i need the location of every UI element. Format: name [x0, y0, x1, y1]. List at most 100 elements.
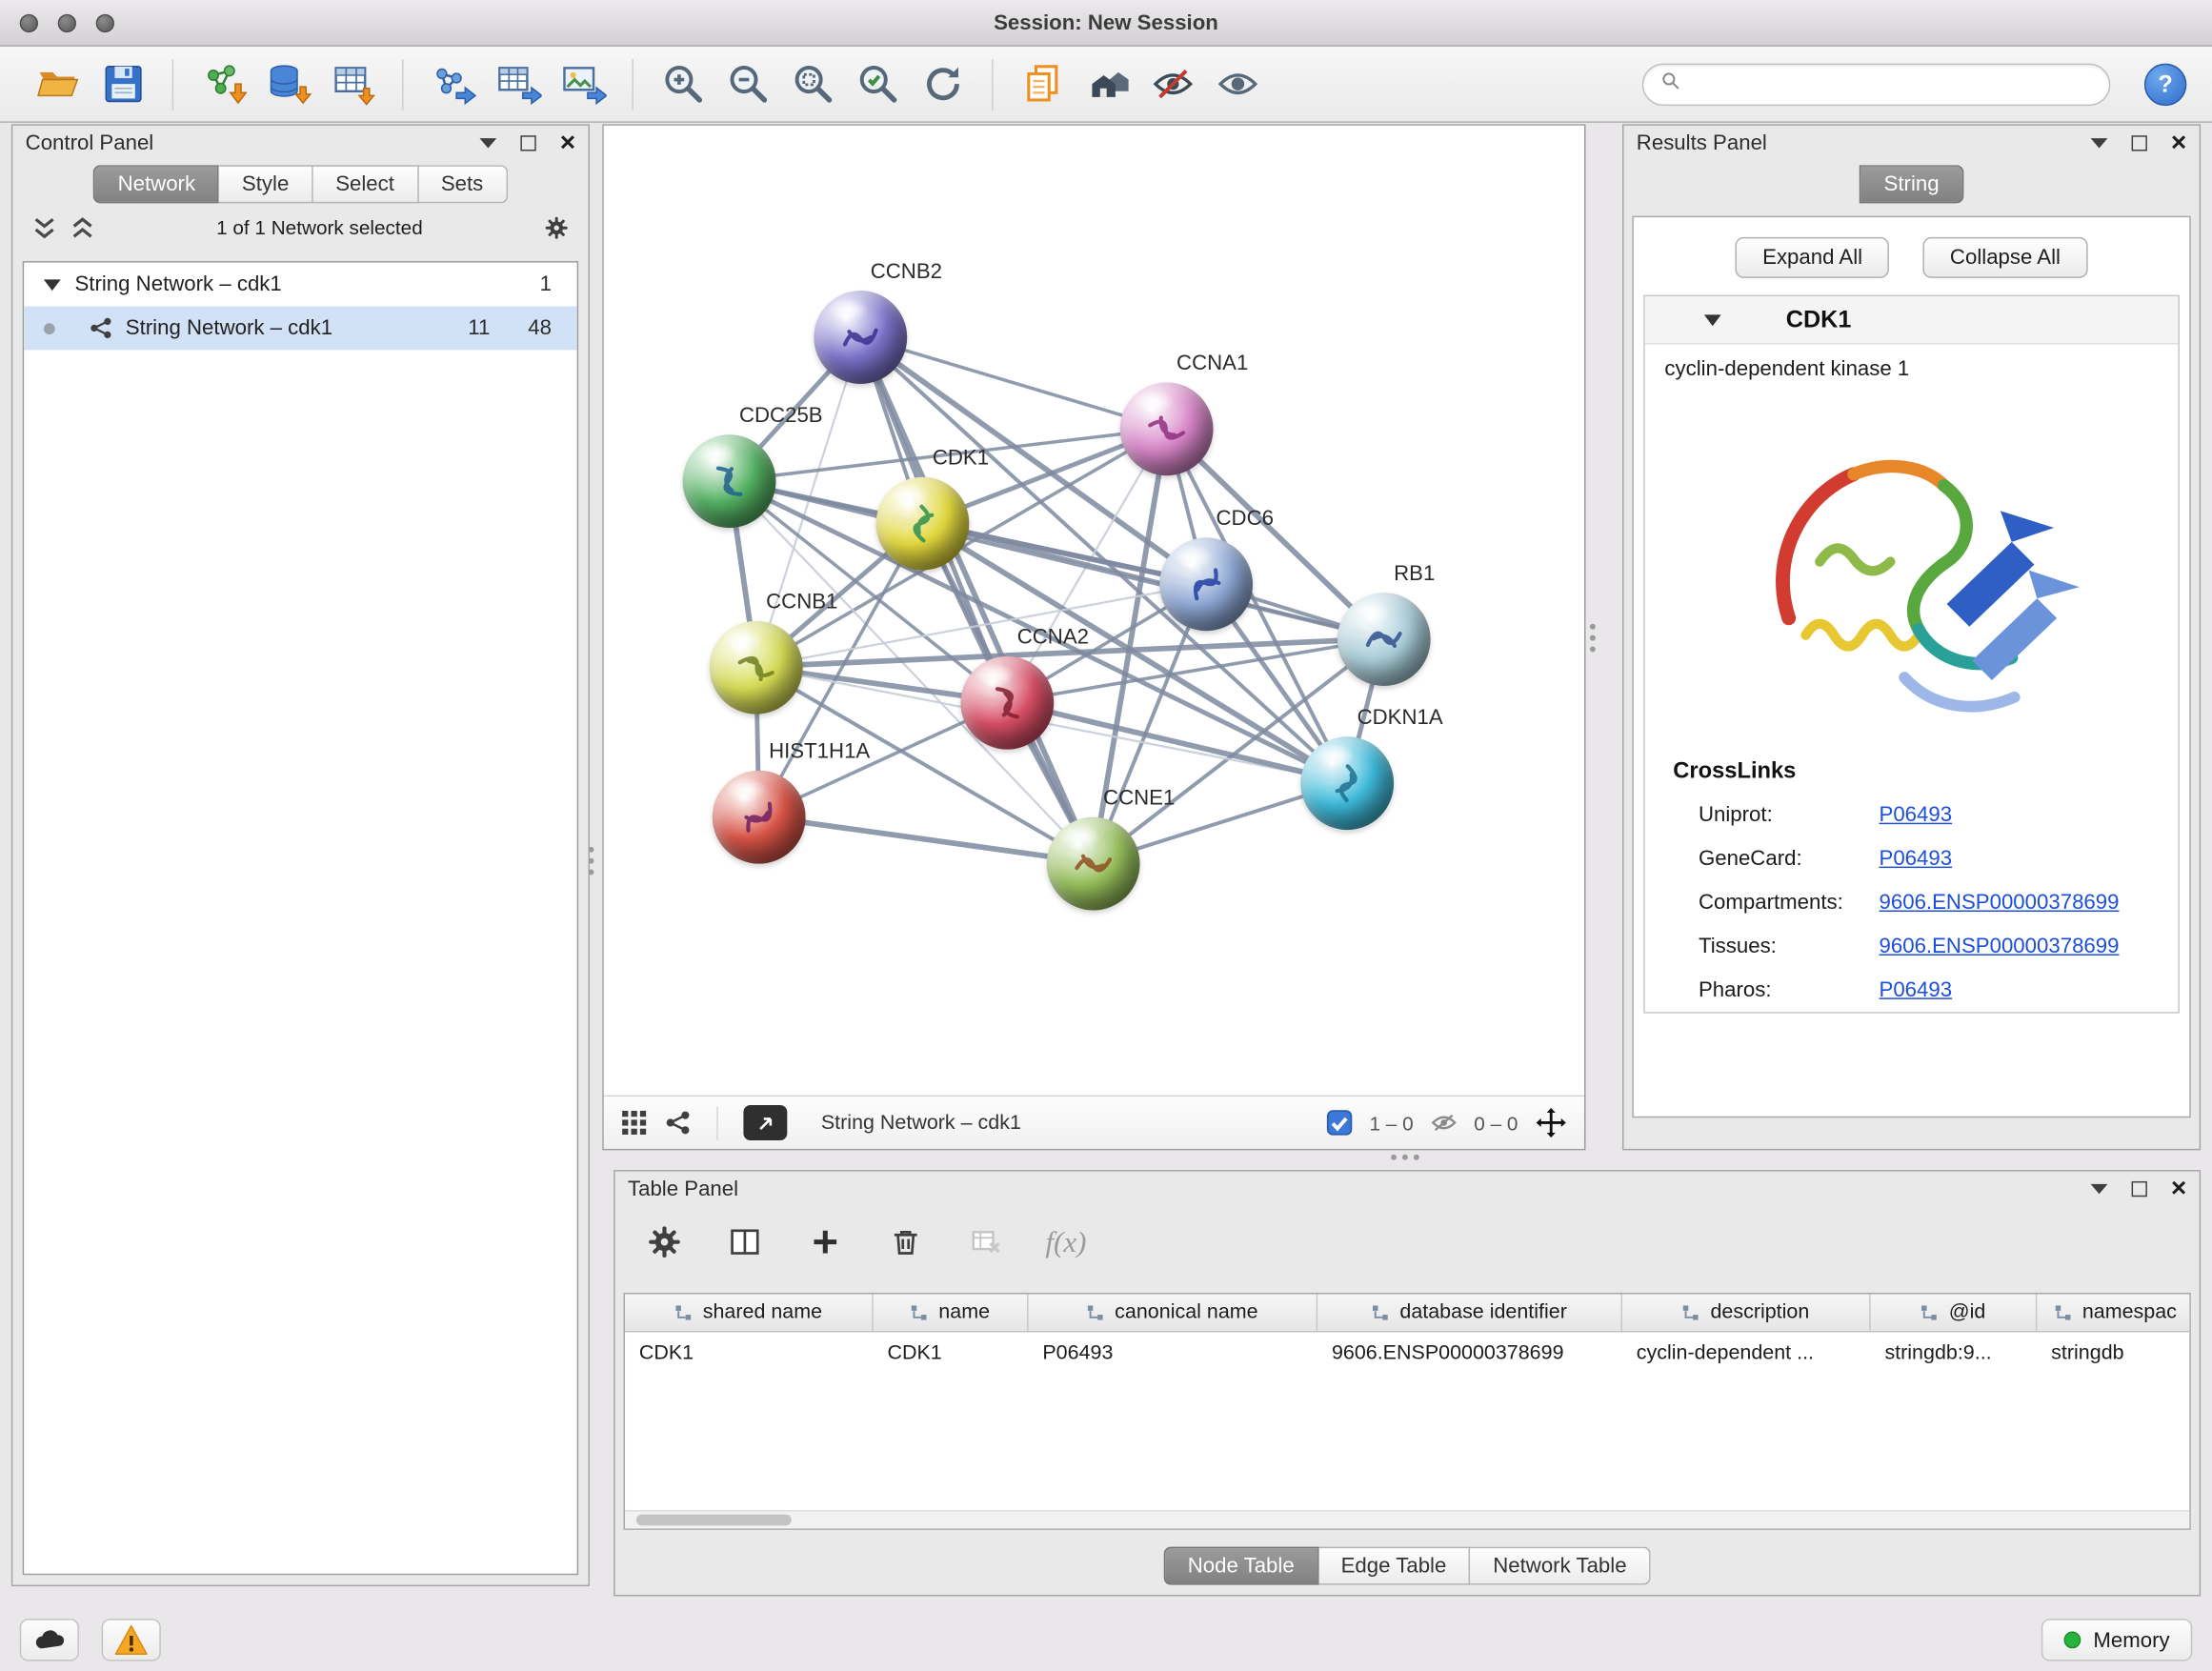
- tab-network-table[interactable]: Network Table: [1471, 1547, 1651, 1585]
- column-header--id[interactable]: @id: [1871, 1294, 2038, 1331]
- crosslink-link[interactable]: P06493: [1880, 847, 1953, 871]
- column-header-canonical-name[interactable]: canonical name: [1029, 1294, 1318, 1331]
- cloud-button[interactable]: [20, 1619, 79, 1661]
- delete-column-icon[interactable]: [885, 1220, 927, 1262]
- network-node-CCNB2[interactable]: CCNB2: [814, 291, 907, 384]
- show-columns-icon[interactable]: [724, 1220, 766, 1262]
- disclosure-triangle-icon[interactable]: [44, 279, 61, 291]
- zoom-in-button[interactable]: [651, 54, 715, 113]
- network-node-CDKN1A[interactable]: CDKN1A: [1300, 736, 1394, 830]
- export-image-button[interactable]: [551, 54, 615, 113]
- pan-tool-icon[interactable]: [1535, 1106, 1567, 1138]
- horizontal-splitter[interactable]: [1391, 1155, 1419, 1160]
- panel-menu-icon[interactable]: [479, 138, 496, 148]
- search-input[interactable]: [1692, 72, 2093, 95]
- network-collection-row[interactable]: String Network – cdk1 1: [24, 263, 576, 307]
- grid-view-icon[interactable]: [621, 1109, 648, 1136]
- network-node-CCNB1[interactable]: CCNB1: [710, 621, 803, 715]
- table-body-row[interactable]: CDK1CDK1P064939606.ENSP00000378699cyclin…: [625, 1332, 2189, 1373]
- add-column-icon[interactable]: [804, 1220, 846, 1262]
- save-session-button[interactable]: [90, 54, 155, 113]
- panel-close-icon[interactable]: ×: [560, 135, 575, 151]
- close-window-button[interactable]: [20, 14, 38, 32]
- network-edge-CCNB2-CCNA1[interactable]: [860, 337, 1166, 429]
- panel-close-icon[interactable]: ×: [2171, 135, 2186, 151]
- export-table-button[interactable]: [485, 54, 550, 113]
- memory-button[interactable]: Memory: [2041, 1619, 2193, 1661]
- minimize-window-button[interactable]: [58, 14, 76, 32]
- table-cell[interactable]: 9606.ENSP00000378699: [1317, 1341, 1622, 1364]
- copy-network-button[interactable]: [1010, 54, 1075, 113]
- network-share-icon[interactable]: [664, 1109, 691, 1136]
- table-cell[interactable]: stringdb: [2037, 1341, 2190, 1364]
- entry-disclosure-icon[interactable]: [1704, 314, 1721, 326]
- panel-float-icon[interactable]: [520, 135, 535, 151]
- tab-string[interactable]: String: [1860, 165, 1962, 203]
- home-view-button[interactable]: [1075, 54, 1139, 113]
- vertical-splitter-left[interactable]: [589, 847, 594, 876]
- table-settings-gear-icon[interactable]: [643, 1220, 685, 1262]
- vertical-splitter-right[interactable]: [1590, 624, 1596, 653]
- function-builder-button[interactable]: f(x): [1045, 1224, 1086, 1259]
- network-options-gear-icon[interactable]: [545, 215, 569, 239]
- zoom-out-button[interactable]: [715, 54, 780, 113]
- panel-float-icon[interactable]: [2131, 1181, 2146, 1197]
- tab-sets[interactable]: Sets: [418, 165, 507, 203]
- column-header-shared-name[interactable]: shared name: [625, 1294, 874, 1331]
- column-header-name[interactable]: name: [874, 1294, 1029, 1331]
- network-edge-CDK1-RB1[interactable]: [922, 523, 1383, 638]
- open-session-button[interactable]: [26, 54, 90, 113]
- network-node-CCNA1[interactable]: CCNA1: [1120, 382, 1214, 475]
- zoom-window-button[interactable]: [96, 14, 114, 32]
- panel-menu-icon[interactable]: [2090, 1184, 2107, 1194]
- scrollbar-thumb[interactable]: [636, 1515, 792, 1526]
- column-header-namespac[interactable]: namespac: [2037, 1294, 2190, 1331]
- table-cell[interactable]: CDK1: [874, 1341, 1029, 1364]
- zoom-fit-button[interactable]: [780, 54, 845, 113]
- network-node-HIST1H1A[interactable]: HIST1H1A: [713, 771, 806, 864]
- tab-style[interactable]: Style: [219, 165, 312, 203]
- tab-select[interactable]: Select: [312, 165, 418, 203]
- warnings-button[interactable]: [102, 1619, 161, 1661]
- tab-edge-table[interactable]: Edge Table: [1318, 1547, 1471, 1585]
- network-edge-HIST1H1A-CCNE1[interactable]: [759, 816, 1094, 863]
- column-header-database-identifier[interactable]: database identifier: [1317, 1294, 1622, 1331]
- network-node-CDC25B[interactable]: CDC25B: [683, 434, 776, 528]
- panel-menu-icon[interactable]: [2090, 138, 2107, 148]
- network-node-CDK1[interactable]: CDK1: [876, 477, 970, 571]
- hide-annotations-button[interactable]: [1140, 54, 1205, 113]
- import-table-from-file-button[interactable]: [320, 54, 385, 113]
- tab-network[interactable]: Network: [93, 165, 219, 203]
- network-node-CCNA2[interactable]: CCNA2: [960, 656, 1054, 750]
- panel-close-icon[interactable]: ×: [2171, 1181, 2186, 1197]
- column-header-description[interactable]: description: [1622, 1294, 1871, 1331]
- network-node-CDC6[interactable]: CDC6: [1159, 537, 1253, 631]
- search-box[interactable]: [1642, 63, 2111, 105]
- crosslink-link[interactable]: 9606.ENSP00000378699: [1880, 935, 2120, 958]
- import-network-from-database-button[interactable]: [255, 54, 320, 113]
- refresh-view-button[interactable]: [910, 54, 975, 113]
- crosslink-link[interactable]: P06493: [1880, 803, 1953, 827]
- export-network-button[interactable]: [420, 54, 485, 113]
- network-canvas[interactable]: CCNB2 CCNA1 CDC25B CDK1 CDC6 RB1 CCNB1 CCNA2 CDK…: [604, 126, 1584, 1096]
- crosslink-link[interactable]: 9606.ENSP00000378699: [1880, 891, 2120, 915]
- show-graphics-details-button[interactable]: [1205, 54, 1270, 113]
- collapse-all-networks-icon[interactable]: [32, 215, 56, 239]
- result-entry-header[interactable]: CDK1: [1645, 296, 2179, 344]
- table-cell[interactable]: cyclin-dependent ...: [1622, 1341, 1871, 1364]
- network-row-selected[interactable]: String Network – cdk1 11 48: [24, 306, 576, 350]
- collapse-all-button[interactable]: Collapse All: [1923, 237, 2087, 278]
- expand-all-networks-icon[interactable]: [70, 215, 94, 239]
- birdseye-view-button[interactable]: [743, 1105, 787, 1140]
- horizontal-scrollbar[interactable]: [625, 1510, 2189, 1528]
- network-node-RB1[interactable]: RB1: [1337, 593, 1431, 686]
- table-cell[interactable]: CDK1: [625, 1341, 874, 1364]
- tab-node-table[interactable]: Node Table: [1164, 1547, 1318, 1585]
- panel-float-icon[interactable]: [2131, 135, 2146, 151]
- expand-all-button[interactable]: Expand All: [1736, 237, 1889, 278]
- table-cell[interactable]: P06493: [1029, 1341, 1318, 1364]
- crosslink-link[interactable]: P06493: [1880, 978, 1953, 1002]
- zoom-selected-button[interactable]: [845, 54, 910, 113]
- table-cell[interactable]: stringdb:9...: [1871, 1341, 2038, 1364]
- network-node-CCNE1[interactable]: CCNE1: [1047, 817, 1140, 911]
